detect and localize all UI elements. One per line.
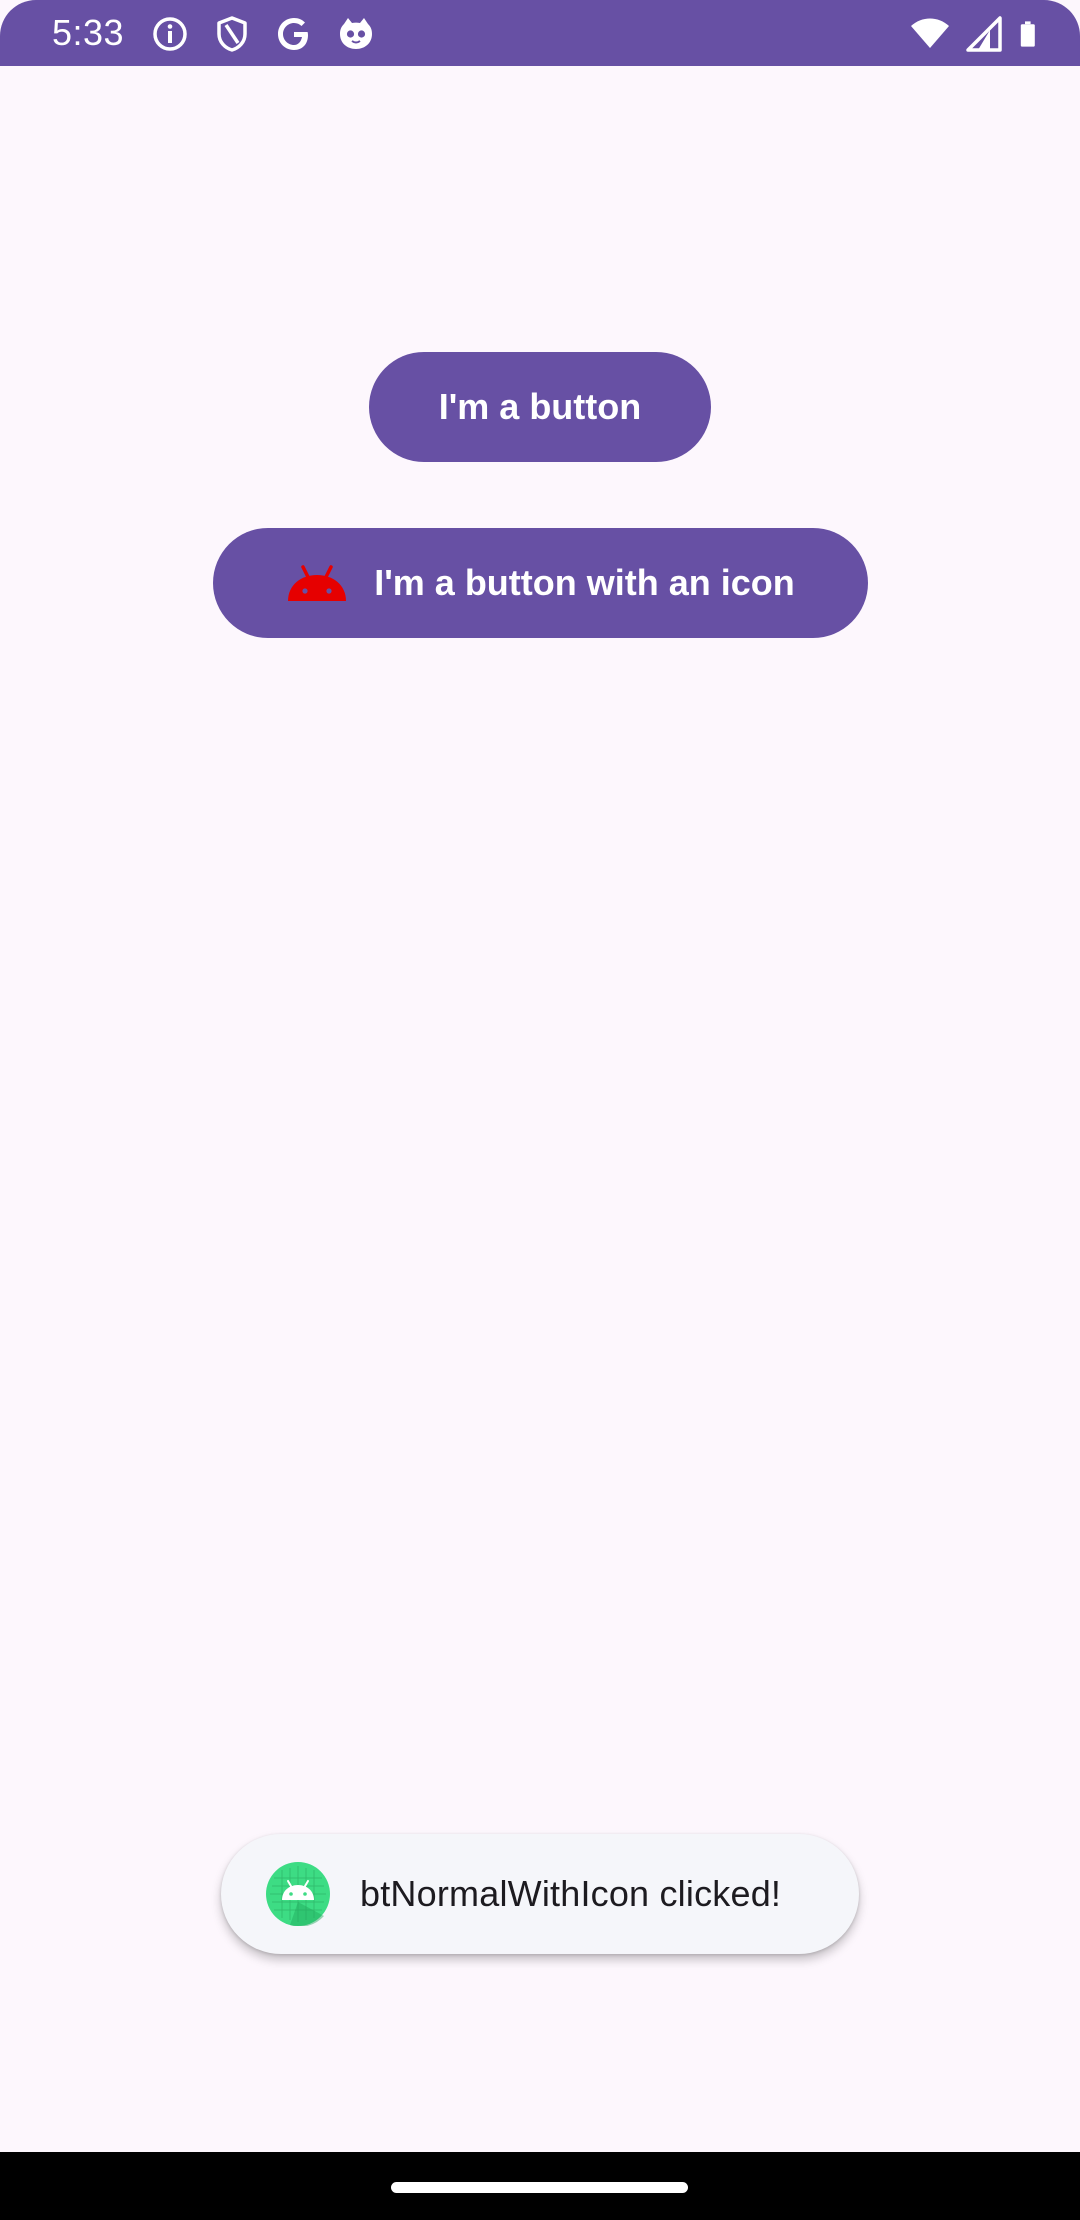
- info-icon: [153, 17, 187, 51]
- status-system-icons: [910, 14, 1046, 54]
- normal-button[interactable]: I'm a button: [369, 352, 711, 462]
- shield-icon: [217, 16, 247, 52]
- main-content: I'm a button I'm a button with an icon b…: [0, 66, 1080, 2152]
- android-head-icon: [288, 565, 347, 601]
- navigation-bar: [0, 2152, 1080, 2220]
- wifi-icon: [911, 18, 949, 48]
- status-bar: 5:33: [0, 0, 1080, 66]
- button-with-icon-label: I'm a button with an icon: [374, 562, 795, 603]
- button-with-icon[interactable]: I'm a button with an icon: [213, 528, 868, 638]
- home-gesture-handle[interactable]: [391, 2182, 688, 2193]
- status-time: 5:33: [52, 12, 125, 53]
- battery-icon: [1020, 21, 1035, 47]
- signal-icon: [966, 16, 1002, 52]
- normal-button-label: I'm a button: [438, 386, 642, 427]
- cat-face-icon: [340, 18, 372, 49]
- toast-text: btNormalWithIcon clicked!: [360, 1873, 782, 1914]
- google-icon: [278, 18, 308, 50]
- toast-message: btNormalWithIcon clicked!: [221, 1834, 859, 1954]
- status-notification-icons: [150, 14, 376, 54]
- android-app-icon: [266, 1862, 330, 1926]
